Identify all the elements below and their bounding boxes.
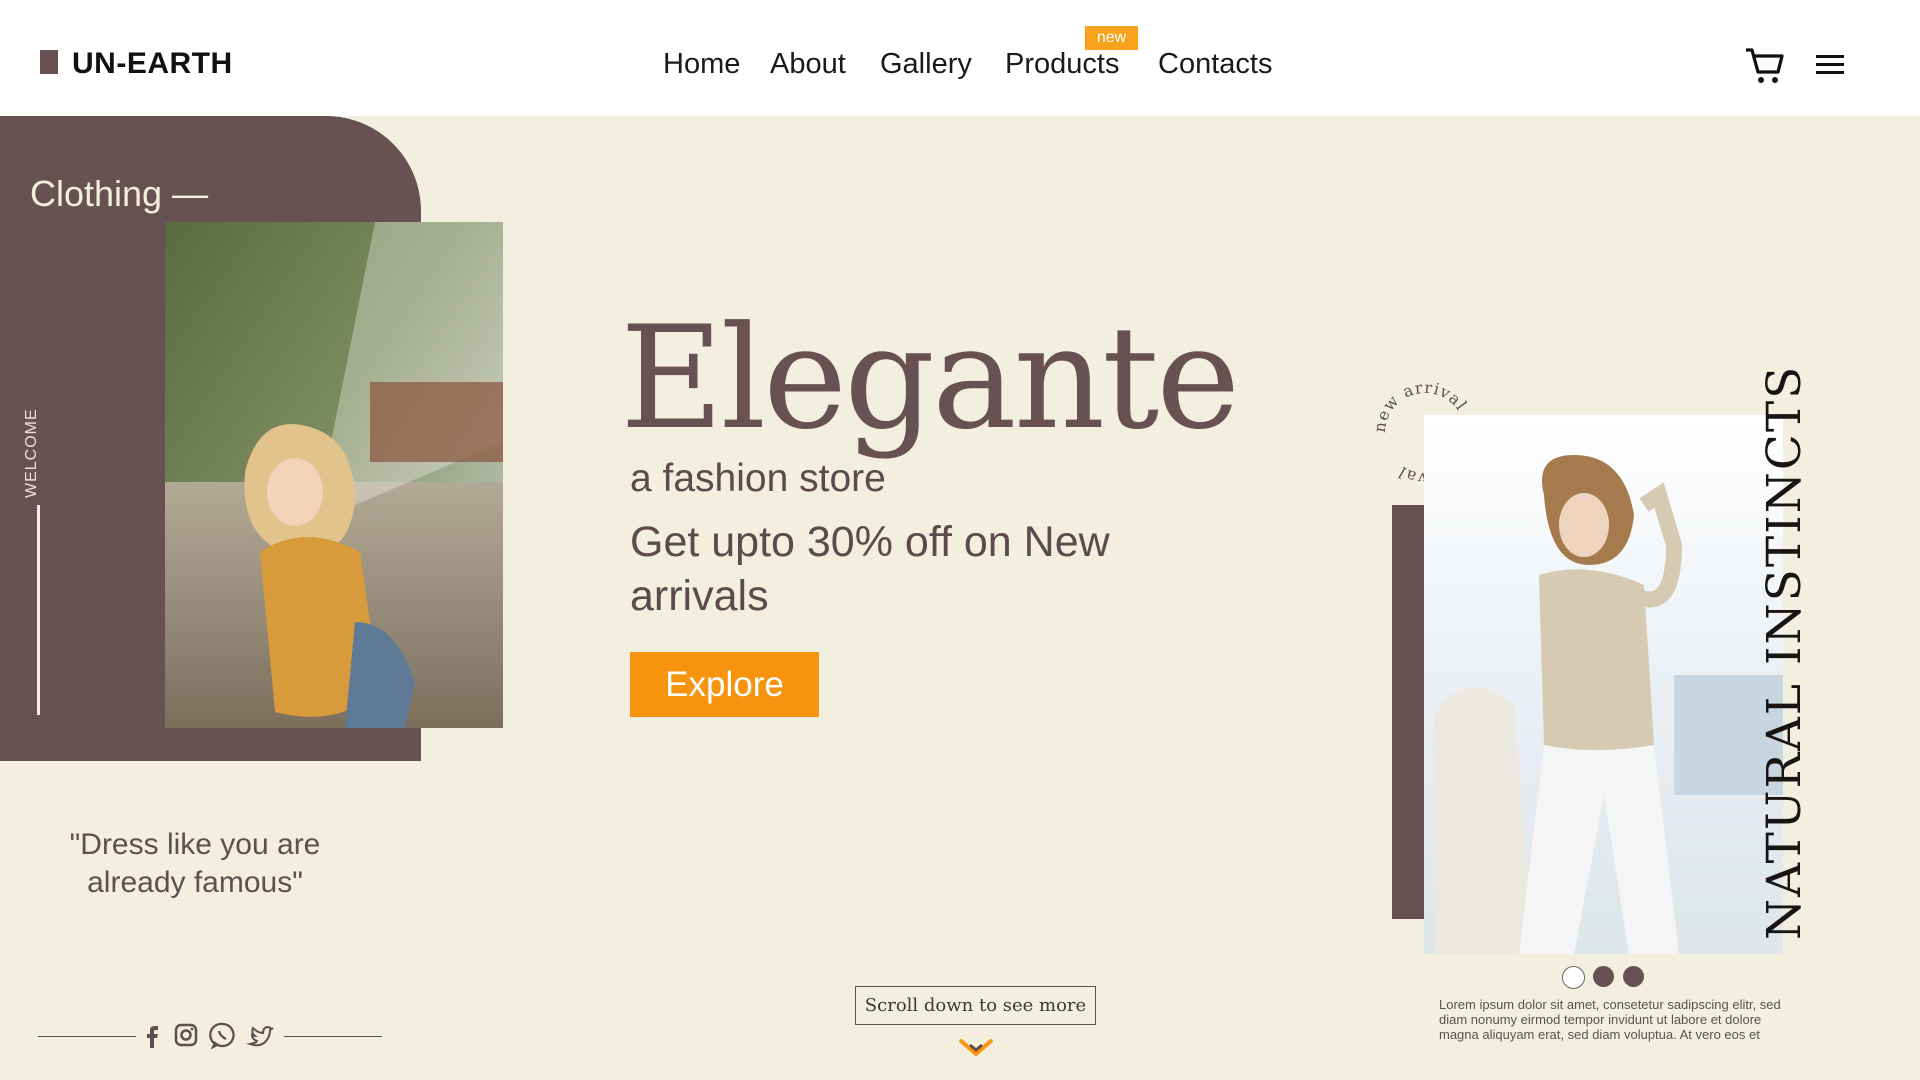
hero-offer: Get upto 30% off on New arrivals xyxy=(630,518,1110,620)
whatsapp-icon[interactable] xyxy=(208,1020,238,1050)
facebook-icon[interactable] xyxy=(138,1020,168,1050)
nav-about[interactable]: About xyxy=(770,48,846,81)
welcome-vertical-label: WELCOME xyxy=(23,408,40,498)
site-header: UN-EARTH Home About Gallery Products new… xyxy=(0,0,1920,116)
hero-subtitle: a fashion store xyxy=(630,457,886,500)
nav-home[interactable]: Home xyxy=(663,48,740,81)
nav-gallery[interactable]: Gallery xyxy=(880,48,972,81)
explore-button[interactable]: Explore xyxy=(630,652,819,717)
brand-logo[interactable]: UN-EARTH xyxy=(72,47,233,81)
carousel-dot-3[interactable] xyxy=(1623,966,1644,987)
carousel-dot-1[interactable] xyxy=(1562,966,1585,989)
nav-contacts[interactable]: Contacts xyxy=(1158,48,1272,81)
new-badge: new xyxy=(1085,26,1138,50)
welcome-divider xyxy=(37,505,40,715)
social-divider-right xyxy=(284,1036,382,1037)
hamburger-menu-icon[interactable] xyxy=(1816,55,1844,77)
instagram-icon[interactable] xyxy=(171,1020,201,1050)
twitter-icon[interactable] xyxy=(246,1020,276,1050)
logo-mark xyxy=(40,50,58,74)
right-brown-strip xyxy=(1392,505,1424,919)
woman-yellow-shirt-photo xyxy=(165,222,503,728)
chevron-down-icon[interactable] xyxy=(958,1035,994,1057)
carousel-dot-2[interactable] xyxy=(1593,966,1614,987)
nav-products[interactable]: Products xyxy=(1005,48,1119,81)
natural-instincts-label: NATURAL INSTINCTS xyxy=(1757,364,1812,940)
quote-text: "Dress like you are already famous" xyxy=(69,828,321,899)
hero-title: Elegante xyxy=(620,296,1240,461)
lorem-description: Lorem ipsum dolor sit amet, consetetur s… xyxy=(1439,997,1781,1042)
cart-icon[interactable] xyxy=(1744,44,1784,86)
clothing-label: Clothing — xyxy=(30,173,209,214)
social-divider-left xyxy=(38,1036,136,1037)
woman-white-outfit-photo xyxy=(1424,415,1783,954)
scroll-hint[interactable]: Scroll down to see more xyxy=(855,986,1096,1025)
